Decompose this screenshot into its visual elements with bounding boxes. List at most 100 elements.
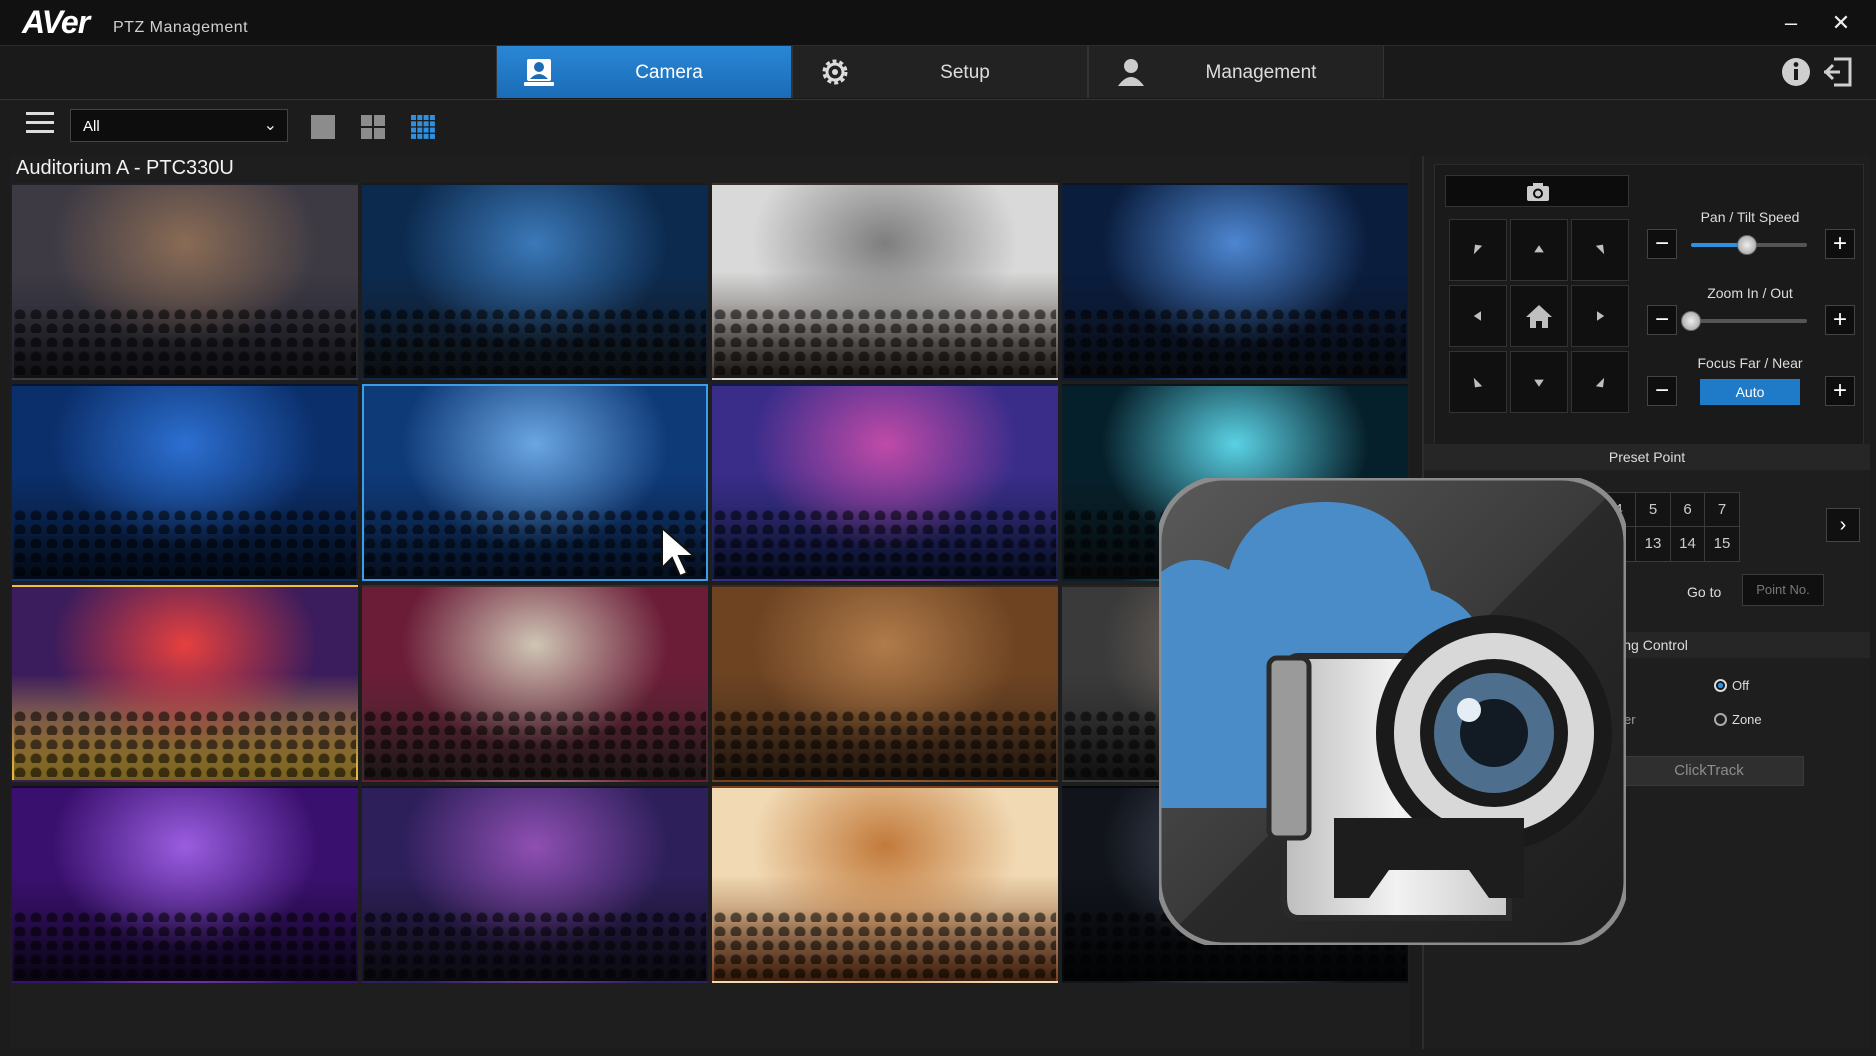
audience-silhouette — [14, 706, 356, 780]
right-arrow-button[interactable] — [1571, 285, 1629, 347]
down-arrow-button[interactable] — [1510, 351, 1568, 413]
app-name: PTZ Management — [113, 19, 249, 36]
audience-silhouette — [714, 706, 1056, 780]
down-right-arrow-icon — [1595, 377, 1605, 388]
mouse-cursor-icon — [661, 526, 697, 578]
audience-silhouette — [364, 706, 706, 780]
camera-group-select[interactable]: All ⌄ — [70, 109, 288, 142]
app-window: AVer PTZ Management – ✕ Camera Setup Man… — [0, 0, 1876, 1056]
preset-button[interactable]: 15 — [1704, 526, 1740, 562]
preset-button[interactable]: 5 — [1635, 492, 1671, 528]
audience-silhouette — [14, 505, 356, 579]
zoom-knob[interactable] — [1681, 311, 1701, 331]
preset-button[interactable]: 7 — [1704, 492, 1740, 528]
tracking-off-radio[interactable]: Off — [1714, 678, 1749, 693]
camera-feed-tile[interactable] — [1062, 183, 1408, 380]
audience-silhouette — [714, 505, 1056, 579]
preset-button[interactable]: 13 — [1635, 526, 1671, 562]
camera-feed-tile[interactable] — [362, 786, 708, 983]
pan-tilt-minus-button[interactable]: − — [1647, 229, 1677, 259]
clicktrack-button[interactable]: ClickTrack — [1614, 756, 1804, 786]
camera-feed-tile[interactable] — [12, 786, 358, 983]
camera-feed-tile[interactable] — [362, 183, 708, 380]
home-button[interactable] — [1510, 285, 1568, 347]
goto-label: Go to — [1687, 584, 1722, 600]
camera-feed-tile[interactable] — [712, 786, 1058, 983]
preset-button[interactable]: 14 — [1669, 526, 1706, 562]
pan-tilt-speed-knob[interactable] — [1736, 235, 1757, 255]
ptz-control-box: Pan / Tilt Speed − + Zoom In / Out − + F… — [1434, 164, 1864, 448]
audience-silhouette — [1064, 304, 1406, 378]
audience-silhouette — [364, 907, 706, 981]
zoom-out-button[interactable]: − — [1647, 305, 1677, 335]
close-button[interactable]: ✕ — [1826, 8, 1856, 38]
single-layout-icon[interactable] — [310, 114, 336, 140]
up-left-arrow-button[interactable] — [1449, 219, 1507, 281]
up-right-arrow-icon — [1595, 244, 1605, 255]
quad-layout-icon[interactable] — [360, 114, 386, 140]
zoom-slider[interactable] — [1691, 319, 1807, 323]
tab-camera[interactable]: Camera — [496, 46, 792, 98]
audience-silhouette — [364, 505, 706, 579]
up-left-arrow-icon — [1473, 244, 1483, 255]
tab-setup[interactable]: Setup — [792, 46, 1088, 98]
info-icon[interactable] — [1778, 54, 1814, 90]
focus-auto-button[interactable]: Auto — [1700, 379, 1800, 405]
audience-silhouette — [714, 304, 1056, 378]
preset-next-button[interactable]: › — [1826, 508, 1860, 542]
up-arrow-button[interactable] — [1510, 219, 1568, 281]
zoom-label: Zoom In / Out — [1707, 285, 1793, 301]
left-arrow-icon — [1473, 311, 1481, 321]
focus-label: Focus Far / Near — [1697, 355, 1803, 371]
right-arrow-icon — [1597, 311, 1605, 321]
preset-button[interactable]: 6 — [1669, 492, 1706, 528]
tab-management[interactable]: Management — [1088, 46, 1384, 98]
camera-feed-tile[interactable] — [12, 585, 358, 782]
pan-tilt-plus-button[interactable]: + — [1825, 229, 1855, 259]
tracking-off-label: Off — [1732, 678, 1750, 693]
goto-point-input[interactable]: Point No. — [1742, 574, 1824, 606]
pan-tilt-speed-label: Pan / Tilt Speed — [1700, 209, 1800, 225]
snapshot-button[interactable] — [1445, 175, 1629, 207]
left-arrow-button[interactable] — [1449, 285, 1507, 347]
video-wall-title: Auditorium A - PTC330U — [16, 157, 234, 179]
hamburger-icon[interactable] — [26, 112, 54, 138]
sixteen-layout-icon[interactable] — [410, 114, 436, 140]
camera-icon — [1527, 183, 1549, 201]
ptz-app-logo-icon — [1159, 478, 1626, 945]
camera-feed-tile[interactable] — [362, 384, 708, 581]
title-bar: AVer PTZ Management – ✕ — [0, 0, 1876, 46]
main-tab-bar: Camera Setup Management — [0, 46, 1876, 100]
camera-feed-tile[interactable] — [712, 585, 1058, 782]
audience-silhouette — [714, 907, 1056, 981]
up-arrow-icon — [1534, 245, 1544, 253]
audience-silhouette — [14, 907, 356, 981]
camera-feed-tile[interactable] — [362, 585, 708, 782]
down-left-arrow-button[interactable] — [1449, 351, 1507, 413]
audience-silhouette — [14, 304, 356, 378]
tab-management-label: Management — [1205, 62, 1317, 83]
radio-dot-checked — [1714, 679, 1727, 692]
camera-feed-tile[interactable] — [12, 384, 358, 581]
preset-point-header: Preset Point — [1424, 444, 1870, 470]
camera-feed-tile[interactable] — [712, 384, 1058, 581]
tracking-zone-radio[interactable]: Zone — [1714, 712, 1762, 727]
tab-setup-label: Setup — [940, 62, 990, 83]
focus-near-button[interactable]: + — [1825, 376, 1855, 406]
audience-silhouette — [364, 304, 706, 378]
focus-far-button[interactable]: − — [1647, 376, 1677, 406]
view-toolbar: All ⌄ — [0, 100, 1876, 156]
tracking-zone-label: Zone — [1732, 712, 1762, 727]
down-left-arrow-icon — [1473, 377, 1483, 388]
down-arrow-icon — [1534, 379, 1544, 387]
up-right-arrow-button[interactable] — [1571, 219, 1629, 281]
tab-camera-label: Camera — [635, 62, 703, 83]
down-right-arrow-button[interactable] — [1571, 351, 1629, 413]
minimize-button[interactable]: – — [1776, 8, 1806, 38]
camera-feed-tile[interactable] — [12, 183, 358, 380]
zoom-in-button[interactable]: + — [1825, 305, 1855, 335]
camera-group-value: All — [83, 118, 100, 135]
aver-logo: AVer — [22, 4, 90, 40]
camera-feed-tile[interactable] — [712, 183, 1058, 380]
exit-icon[interactable] — [1820, 54, 1856, 90]
